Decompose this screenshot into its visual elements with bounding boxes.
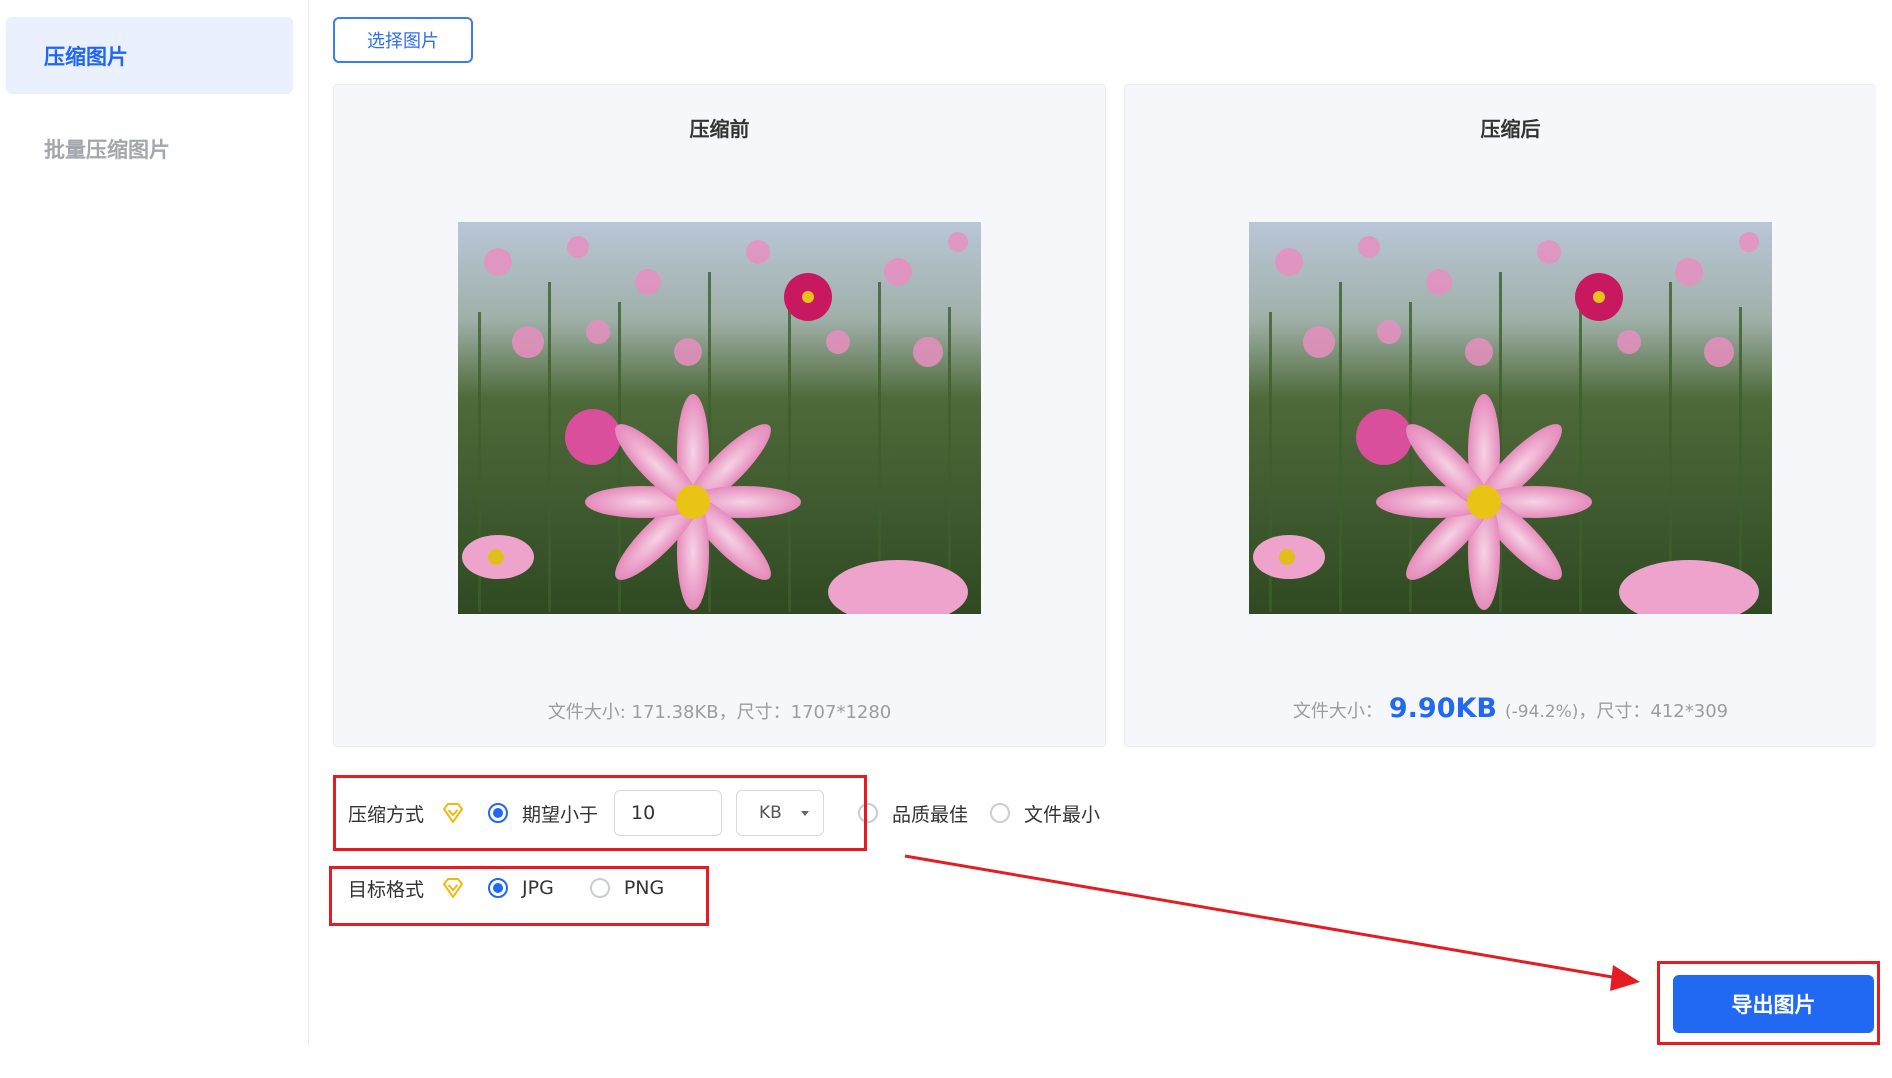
option-best-quality-label: 品质最佳 <box>892 803 969 826</box>
compressed-size: 9.90KB <box>1388 693 1497 724</box>
option-smallest-file-label: 文件最小 <box>1024 803 1101 826</box>
sidebar-item-label: 压缩图片 <box>44 44 128 69</box>
sidebar-item-batch-compress[interactable]: 批量压缩图片 <box>6 110 293 187</box>
before-preview-panel: 压缩前 文件大小: 171.38KB，尺寸：1707*1280 <box>333 84 1106 747</box>
after-title: 压缩后 <box>1480 117 1541 141</box>
sidebar-item-label: 批量压缩图片 <box>44 137 170 162</box>
before-title: 压缩前 <box>689 117 750 141</box>
select-image-button[interactable]: 选择图片 <box>333 17 473 63</box>
highlight-compression-mode <box>333 775 867 851</box>
after-file-info: 文件大小： 9.90KB (-94.2%)，尺寸：412*309 <box>1292 693 1729 724</box>
before-file-info: 文件大小: 171.38KB，尺寸：1707*1280 <box>547 702 892 723</box>
sidebar-item-compress-image[interactable]: 压缩图片 <box>6 17 293 94</box>
export-image-button[interactable]: 导出图片 <box>1673 975 1874 1033</box>
compressed-image <box>1249 222 1772 614</box>
highlight-target-format <box>329 866 709 926</box>
original-image <box>458 222 981 614</box>
after-preview-panel: 压缩后 文件大小： 9.90KB (-94.2%)，尺寸：412*309 <box>1124 84 1876 747</box>
radio-smallest-file[interactable] <box>990 803 1011 823</box>
sidebar: 压缩图片 批量压缩图片 <box>0 0 309 1045</box>
